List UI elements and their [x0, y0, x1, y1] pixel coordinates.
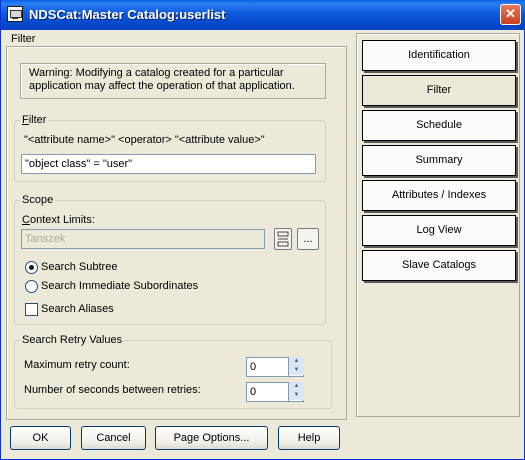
filter-group-legend: Filter	[22, 114, 47, 126]
filter-syntax-hint: "<attribute name>" <operator> "<attribut…	[24, 134, 265, 146]
warning-box: Warning: Modifying a catalog created for…	[20, 63, 326, 99]
tab-schedule[interactable]: Schedule	[362, 110, 516, 141]
max-retry-value: 0	[250, 361, 257, 373]
search-immediate-subordinates-radio[interactable]	[25, 280, 38, 293]
tab-summary[interactable]: Summary	[362, 145, 516, 176]
tab-slave-catalogs[interactable]: Slave Catalogs	[362, 250, 516, 281]
search-subtree-label: Search Subtree	[41, 261, 118, 273]
context-tree-icon	[277, 231, 289, 247]
warning-line-1: Warning: Modifying a catalog created for…	[29, 67, 284, 79]
search-aliases-label: Search Aliases	[41, 303, 114, 315]
ok-button[interactable]: OK	[10, 426, 71, 450]
spinner-up-icon[interactable]: ▲	[289, 382, 304, 391]
help-button[interactable]: Help	[278, 426, 340, 450]
context-tree-button[interactable]	[274, 228, 292, 250]
window-title: NDSCat:Master Catalog:userlist	[29, 7, 226, 22]
seconds-between-retries-value: 0	[250, 386, 257, 398]
spinner-down-icon[interactable]: ▼	[289, 366, 304, 375]
app-icon[interactable]	[7, 6, 23, 22]
spinner-up-icon[interactable]: ▲	[289, 357, 304, 366]
max-retry-spinner[interactable]: ▲ ▼	[288, 357, 304, 377]
search-immediate-subordinates-label: Search Immediate Subordinates	[41, 280, 199, 292]
tab-filter[interactable]: Filter	[362, 75, 516, 106]
browse-button[interactable]: ...	[297, 228, 319, 250]
tab-identification[interactable]: Identification	[362, 40, 516, 71]
page-caption: Filter	[11, 33, 36, 45]
seconds-between-retries-label: Number of seconds between retries:	[24, 384, 201, 396]
filter-expression-input[interactable]: "object class" = "user"	[21, 154, 316, 174]
spinner-down-icon[interactable]: ▼	[289, 391, 304, 400]
close-button[interactable]: ✕	[500, 4, 521, 25]
tab-log-view[interactable]: Log View	[362, 215, 516, 246]
dialog-window: NDSCat:Master Catalog:userlist ✕ Filter …	[0, 0, 525, 460]
max-retry-label: Maximum retry count:	[24, 359, 130, 371]
context-limits-label: Context Limits:	[22, 214, 95, 226]
scope-group-legend: Scope	[22, 194, 54, 206]
context-limits-input[interactable]: Tanszek	[21, 229, 265, 249]
tab-attributes-indexes[interactable]: Attributes / Indexes	[362, 180, 516, 211]
title-bar[interactable]: NDSCat:Master Catalog:userlist ✕	[1, 0, 525, 30]
search-aliases-checkbox[interactable]	[25, 303, 38, 316]
search-retry-legend: Search Retry Values	[22, 334, 123, 346]
seconds-spinner[interactable]: ▲ ▼	[288, 382, 304, 402]
page-options-button[interactable]: Page Options...	[155, 426, 268, 450]
search-subtree-radio[interactable]	[25, 261, 38, 274]
cancel-button[interactable]: Cancel	[81, 426, 146, 450]
warning-line-2: application may affect the operation of …	[29, 80, 295, 92]
